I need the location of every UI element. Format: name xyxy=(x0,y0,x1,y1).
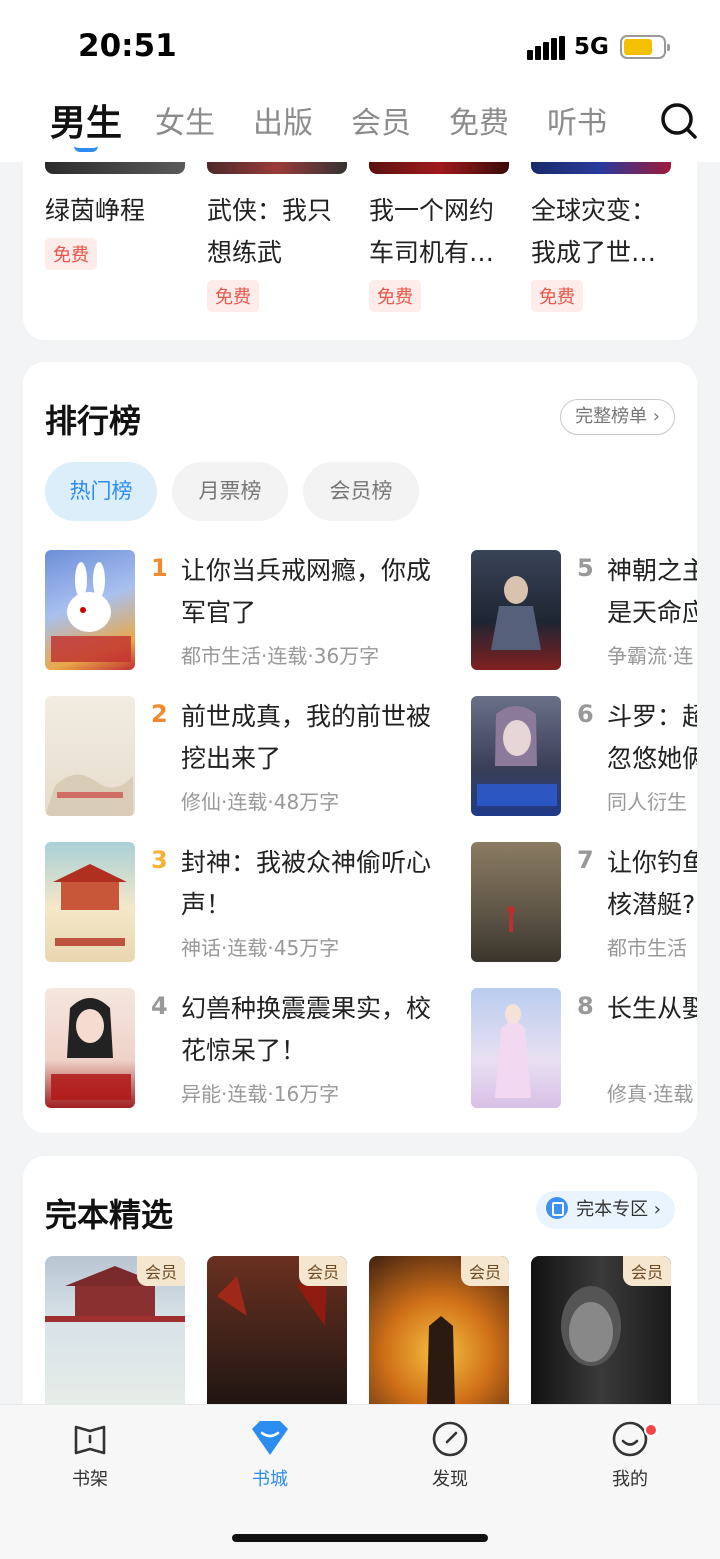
complete-zone-button[interactable]: 完本专区 › xyxy=(536,1191,675,1229)
vip-book[interactable]: 会员 xyxy=(207,1256,347,1416)
active-tab-indicator xyxy=(74,146,98,152)
book-badge-icon xyxy=(546,1197,569,1219)
book-cover xyxy=(471,842,561,962)
rank-tab-monthly[interactable]: 月票榜 xyxy=(172,462,288,521)
nav-bookstore[interactable]: 书城 xyxy=(210,1419,330,1491)
rank-book-title: 让你钓鱼核潜艇? xyxy=(607,848,697,919)
rank-item[interactable]: 5 神朝之主是天命应 争霸流·连 xyxy=(471,550,697,670)
home-indicator xyxy=(232,1534,488,1542)
free-books-card: 绿茵峥程 武侠：我只想练武 我一个网约车司机有… 全球灾变：我成了世… 免费 免… xyxy=(23,140,697,340)
rank-book-title: 让你当兵戒网瘾，你成军官了 xyxy=(181,556,432,627)
rank-book-title: 长生从娶 xyxy=(607,994,697,1023)
tab-member[interactable]: 会员 xyxy=(351,98,411,142)
ranking-card: 排行榜 完整榜单 › 热门榜 月票榜 会员榜 1 让你当兵戒网瘾，你成军官了 都… xyxy=(23,362,697,1133)
nav-label: 我的 xyxy=(612,1469,648,1490)
nav-profile[interactable]: 我的 xyxy=(570,1419,690,1491)
tab-female[interactable]: 女生 xyxy=(155,98,215,142)
rank-book-title: 斗罗：超忽悠她俩 xyxy=(607,702,697,773)
rank-item[interactable]: 7 让你钓鱼核潜艇? 都市生活 xyxy=(471,842,697,962)
book-cover xyxy=(45,988,135,1108)
rank-book-title: 神朝之主是天命应 xyxy=(607,556,697,627)
rank-item[interactable]: 1 让你当兵戒网瘾，你成军官了 都市生活·连载·36万字 xyxy=(45,550,465,670)
status-time: 20:51 xyxy=(78,28,177,64)
book-title: 武侠：我只想练武 xyxy=(207,196,333,267)
rank-item[interactable]: 2 前世成真，我的前世被挖出来了 修仙·连载·48万字 xyxy=(45,696,465,816)
rank-item[interactable]: 3 封神：我被众神偷听心声！ 神话·连载·45万字 xyxy=(45,842,465,962)
tab-free[interactable]: 免费 xyxy=(449,98,509,142)
rank-number: 6 xyxy=(577,700,594,728)
rank-tab-hot[interactable]: 热门榜 xyxy=(45,462,157,521)
rank-number: 3 xyxy=(151,846,168,874)
vip-badge: 会员 xyxy=(622,1256,671,1286)
nav-label: 发现 xyxy=(432,1469,468,1490)
battery-icon xyxy=(620,35,670,59)
rank-book-meta: 修真·连载 xyxy=(607,1082,694,1106)
rank-number: 5 xyxy=(577,554,594,582)
free-badge: 免费 xyxy=(45,238,97,270)
rank-book-title: 封神：我被众神偷听心声！ xyxy=(181,848,432,919)
search-icon[interactable] xyxy=(660,102,698,140)
smile-icon xyxy=(612,1421,648,1457)
top-tab-bar: 男生 女生 出版 会员 免费 听书 xyxy=(0,90,720,162)
full-ranking-button[interactable]: 完整榜单 › xyxy=(560,399,675,435)
book-title: 全球灾变：我成了世… xyxy=(531,196,657,267)
tab-audiobook[interactable]: 听书 xyxy=(547,98,607,142)
rank-book-title: 幻兽种换震震果实，校花惊呆了！ xyxy=(181,994,432,1065)
vip-book[interactable]: 会员 xyxy=(369,1256,509,1416)
rank-book-meta: 神话·连载·45万字 xyxy=(181,936,340,960)
vip-badge: 会员 xyxy=(298,1256,347,1286)
rank-book-title: 前世成真，我的前世被挖出来了 xyxy=(181,702,432,773)
tab-publish[interactable]: 出版 xyxy=(253,98,313,142)
complete-title: 完本精选 xyxy=(45,1190,176,1236)
book-cover xyxy=(45,696,135,816)
rank-book-meta: 都市生活·连载·36万字 xyxy=(181,644,380,668)
rank-book-meta: 争霸流·连 xyxy=(607,644,694,668)
book-cover xyxy=(471,550,561,670)
book-cover xyxy=(45,550,135,670)
nav-bookshelf[interactable]: 书架 xyxy=(30,1419,150,1491)
status-bar: 20:51 5G xyxy=(0,0,720,90)
nav-label: 书架 xyxy=(72,1469,108,1490)
tab-male[interactable]: 男生 xyxy=(50,94,122,146)
bookshelf-icon xyxy=(74,1425,106,1455)
vip-book[interactable]: 会员 xyxy=(531,1256,671,1416)
free-badge: 免费 xyxy=(531,280,583,312)
rank-book-meta: 都市生活 xyxy=(607,936,687,960)
rank-book-meta: 异能·连载·16万字 xyxy=(181,1082,340,1106)
rank-book-meta: 同人衍生 xyxy=(607,790,687,814)
rank-item[interactable]: 4 幻兽种换震震果实，校花惊呆了！ 异能·连载·16万字 xyxy=(45,988,465,1108)
book-cover xyxy=(45,842,135,962)
rank-item[interactable]: 6 斗罗：超忽悠她俩 同人衍生 xyxy=(471,696,697,816)
rank-number: 8 xyxy=(577,992,594,1020)
vip-book[interactable]: 会员 xyxy=(45,1256,185,1416)
rank-number: 4 xyxy=(151,992,168,1020)
free-badge: 免费 xyxy=(369,280,421,312)
signal-icon xyxy=(527,36,565,60)
rank-number: 7 xyxy=(577,846,594,874)
book-title: 我一个网约车司机有… xyxy=(369,196,495,267)
book-cover xyxy=(471,696,561,816)
vip-badge: 会员 xyxy=(460,1256,509,1286)
complete-zone-label: 完本专区 › xyxy=(576,1199,661,1220)
compass-icon xyxy=(432,1421,468,1457)
book-cover xyxy=(471,988,561,1108)
rank-item[interactable]: 8 长生从娶 修真·连载 xyxy=(471,988,697,1108)
network-type: 5G xyxy=(574,34,609,60)
rank-number: 1 xyxy=(151,554,168,582)
nav-discover[interactable]: 发现 xyxy=(390,1419,510,1491)
notification-dot xyxy=(644,1423,658,1437)
free-badge: 免费 xyxy=(207,280,259,312)
rank-book-meta: 修仙·连载·48万字 xyxy=(181,790,340,814)
ranking-title: 排行榜 xyxy=(45,396,176,442)
rank-number: 2 xyxy=(151,700,168,728)
bookstore-icon xyxy=(252,1421,288,1455)
nav-label: 书城 xyxy=(252,1469,288,1490)
rank-tab-member[interactable]: 会员榜 xyxy=(303,462,419,521)
vip-badge: 会员 xyxy=(136,1256,185,1286)
